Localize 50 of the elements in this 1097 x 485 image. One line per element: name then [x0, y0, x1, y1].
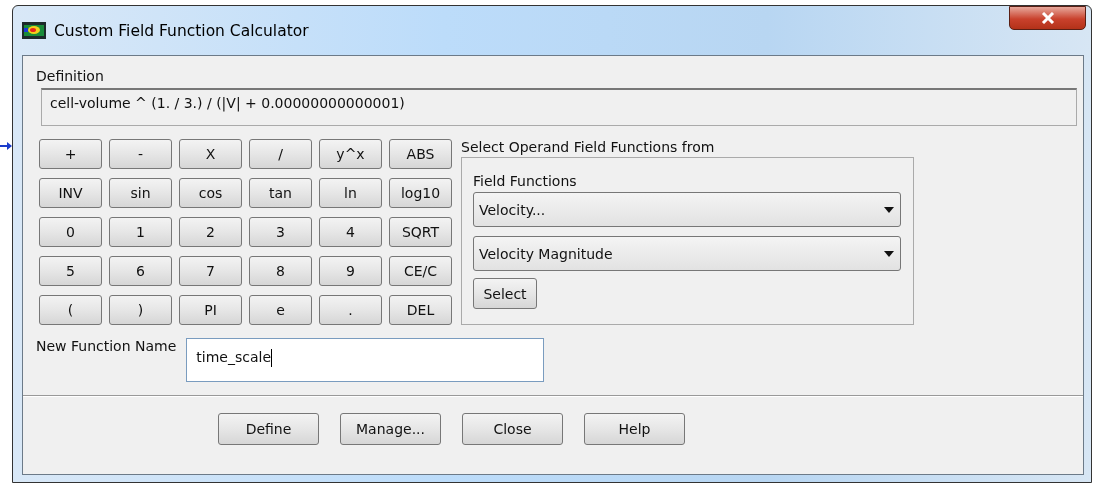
definition-field[interactable]: cell-volume ^ (1. / 3.) / (|V| + 0.00000000000001)	[41, 88, 1077, 126]
new-function-name-field[interactable]: time_scale	[186, 338, 545, 382]
calculator-key[interactable]: +	[39, 139, 102, 169]
calculator-key[interactable]: 2	[179, 217, 242, 247]
calculator-key[interactable]: INV	[39, 178, 102, 208]
calculator-key[interactable]: 7	[179, 256, 242, 286]
calculator-key[interactable]: -	[109, 139, 172, 169]
field-function-dropdown[interactable]: Velocity...	[473, 192, 901, 227]
dialog-button[interactable]: Manage...	[340, 413, 441, 445]
calculator-key[interactable]: ln	[319, 178, 382, 208]
dropdown-caret-icon	[884, 206, 894, 213]
calculator-key[interactable]: sin	[109, 178, 172, 208]
calculator-key[interactable]: 6	[109, 256, 172, 286]
calculator-key[interactable]: SQRT	[389, 217, 452, 247]
calculator-key[interactable]: y^x	[319, 139, 382, 169]
calculator-key[interactable]: 0	[39, 217, 102, 247]
select-button[interactable]: Select	[473, 278, 537, 309]
new-function-name-label: New Function Name	[36, 338, 177, 354]
calculator-key[interactable]: 3	[249, 217, 312, 247]
calculator-key[interactable]: tan	[249, 178, 312, 208]
calculator-key[interactable]: 4	[319, 217, 382, 247]
calculator-key[interactable]: cos	[179, 178, 242, 208]
calculator-key[interactable]: 8	[249, 256, 312, 286]
calculator-key[interactable]: .	[319, 295, 382, 325]
calculator-key[interactable]: 5	[39, 256, 102, 286]
dialog-button[interactable]: Define	[218, 413, 319, 445]
calculator-key[interactable]: 9	[319, 256, 382, 286]
calculator-key[interactable]: ABS	[389, 139, 452, 169]
definition-label: Definition	[36, 68, 105, 84]
calculator-key[interactable]: e	[249, 295, 312, 325]
calculator-key[interactable]: log10	[389, 178, 452, 208]
window-title: Custom Field Function Calculator	[54, 21, 309, 40]
close-icon	[1040, 12, 1055, 24]
close-button[interactable]	[1009, 6, 1086, 30]
calculator-key[interactable]: (	[39, 295, 102, 325]
dropdown-caret-icon	[884, 250, 894, 257]
app-icon	[22, 22, 46, 39]
calculator-key[interactable]: /	[249, 139, 312, 169]
calculator-key[interactable]: 1	[109, 217, 172, 247]
field-function-dropdown[interactable]: Velocity Magnitude	[473, 236, 901, 271]
calculator-key[interactable]: X	[179, 139, 242, 169]
dialog-button[interactable]: Close	[462, 413, 563, 445]
operand-section-label: Select Operand Field Functions from	[461, 139, 716, 155]
calculator-key[interactable]: DEL	[389, 295, 452, 325]
calculator-key[interactable]: PI	[179, 295, 242, 325]
calculator-key[interactable]: CE/C	[389, 256, 452, 286]
dialog-button[interactable]: Help	[584, 413, 685, 445]
arrow-icon	[0, 141, 12, 151]
calculator-key[interactable]: )	[109, 295, 172, 325]
field-functions-label: Field Functions	[473, 173, 578, 189]
